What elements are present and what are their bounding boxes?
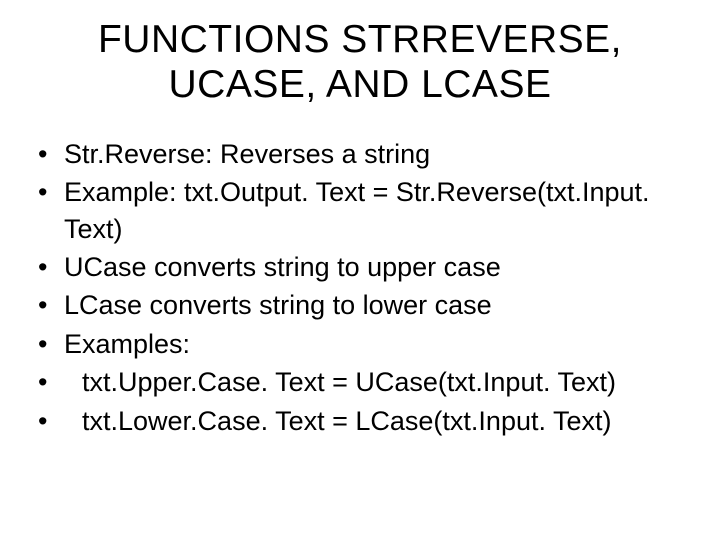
bullet-text: txt.Lower.Case. Text = LCase(txt.Input. …	[64, 403, 692, 439]
bullet-icon: •	[36, 326, 64, 362]
bullet-text: Example: txt.Output. Text = Str.Reverse(…	[64, 174, 692, 247]
bullet-text: Str.Reverse: Reverses a string	[64, 136, 692, 172]
list-item: • txt.Upper.Case. Text = UCase(txt.Input…	[36, 364, 692, 400]
bullet-text: LCase converts string to lower case	[64, 287, 692, 323]
bullet-icon: •	[36, 287, 64, 323]
bullet-icon: •	[36, 174, 64, 210]
bullet-icon: •	[36, 364, 64, 400]
list-item: • UCase converts string to upper case	[36, 249, 692, 285]
list-item: • Examples:	[36, 326, 692, 362]
list-item: • Str.Reverse: Reverses a string	[36, 136, 692, 172]
slide-title: FUNCTIONS STRREVERSE, UCASE, AND LCASE	[28, 18, 692, 108]
bullet-text: Examples:	[64, 326, 692, 362]
bullet-icon: •	[36, 136, 64, 172]
bullet-list: • Str.Reverse: Reverses a string • Examp…	[28, 136, 692, 440]
list-item: • txt.Lower.Case. Text = LCase(txt.Input…	[36, 403, 692, 439]
bullet-icon: •	[36, 249, 64, 285]
list-item: • Example: txt.Output. Text = Str.Revers…	[36, 174, 692, 247]
bullet-icon: •	[36, 403, 64, 439]
list-item: • LCase converts string to lower case	[36, 287, 692, 323]
bullet-text: txt.Upper.Case. Text = UCase(txt.Input. …	[64, 364, 692, 400]
bullet-text: UCase converts string to upper case	[64, 249, 692, 285]
